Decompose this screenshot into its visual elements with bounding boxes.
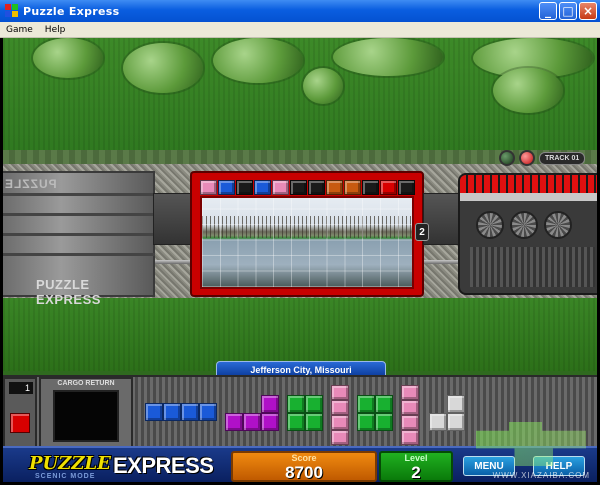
game-area: TRACK 01 PUZZLE PUZZLE EXPRESS 2 Jeffers… bbox=[3, 38, 597, 482]
signal-green-light bbox=[499, 150, 515, 166]
piece-purple-l[interactable] bbox=[225, 395, 279, 431]
cargo-return-label: CARGO RETURN bbox=[57, 380, 115, 387]
boxcar-brand-top: PUZZLE bbox=[4, 177, 57, 191]
tree bbox=[493, 68, 563, 113]
piece-count: 1 bbox=[9, 382, 33, 394]
piece-tray: 1 CARGO RETURN bbox=[3, 375, 597, 448]
track-label: TRACK 01 bbox=[539, 151, 586, 165]
cargo-block bbox=[272, 180, 289, 195]
fan-icon bbox=[544, 211, 572, 239]
level-display: Level 2 bbox=[379, 451, 453, 482]
boxcar-brand: PUZZLE EXPRESS bbox=[36, 277, 101, 307]
engine-car bbox=[458, 173, 597, 295]
piece-green-o[interactable] bbox=[287, 395, 323, 431]
cargo-return[interactable]: CARGO RETURN bbox=[39, 377, 133, 448]
cargo-block bbox=[326, 180, 343, 195]
piece-pink-i-vertical[interactable] bbox=[331, 385, 349, 445]
piece-grey-l[interactable] bbox=[429, 395, 465, 431]
logo-puzzle-text: PUZZLE bbox=[29, 453, 111, 474]
menu-game[interactable]: Game bbox=[0, 25, 39, 35]
menu-bar: Game Help bbox=[0, 22, 600, 38]
coupler-left bbox=[153, 193, 191, 245]
puzzle-flatcar[interactable] bbox=[190, 171, 424, 297]
cargo-return-screen[interactable] bbox=[53, 390, 119, 442]
close-button[interactable]: × bbox=[579, 2, 597, 20]
cargo-block bbox=[398, 180, 415, 195]
tree bbox=[333, 38, 443, 76]
tree bbox=[123, 43, 203, 93]
menu-help[interactable]: Help bbox=[39, 25, 72, 35]
menu-button[interactable]: MENU bbox=[463, 456, 515, 476]
piece-pink-i-vertical[interactable] bbox=[401, 385, 419, 445]
coupler-badge: 2 bbox=[415, 223, 429, 241]
cargo-block-row bbox=[200, 180, 415, 195]
piece-blue-i[interactable] bbox=[145, 403, 217, 421]
score-value: 8700 bbox=[285, 463, 323, 482]
level-value: 2 bbox=[411, 463, 421, 482]
fan-icon bbox=[476, 211, 504, 239]
logo-express-text: EXPRESS bbox=[113, 453, 214, 478]
tree bbox=[303, 68, 343, 104]
title-bar: Puzzle Express _ □ × bbox=[0, 0, 600, 22]
cargo-block bbox=[236, 180, 253, 195]
signal-red-light bbox=[519, 150, 535, 166]
next-piece-box: 1 bbox=[3, 377, 37, 448]
game-logo: PUZZLE EXPRESS SCENIC MODE bbox=[25, 451, 221, 481]
cargo-block bbox=[200, 180, 217, 195]
cargo-block bbox=[380, 180, 397, 195]
window-title: Puzzle Express bbox=[23, 4, 120, 18]
cargo-block bbox=[344, 180, 361, 195]
cargo-block bbox=[254, 180, 271, 195]
cargo-block bbox=[362, 180, 379, 195]
fan-icon bbox=[510, 211, 538, 239]
score-bar: PUZZLE EXPRESS SCENIC MODE Score 8700 Le… bbox=[3, 446, 597, 482]
puzzle-grid[interactable] bbox=[202, 198, 412, 287]
app-icon bbox=[5, 4, 19, 18]
minimize-button[interactable]: _ bbox=[539, 2, 557, 20]
track-signal: TRACK 01 bbox=[499, 150, 586, 166]
logo-subtitle: SCENIC MODE bbox=[35, 473, 96, 480]
score-display: Score 8700 bbox=[231, 451, 377, 482]
cargo-block bbox=[290, 180, 307, 195]
cargo-block bbox=[308, 180, 325, 195]
boxcar-left: PUZZLE PUZZLE EXPRESS bbox=[3, 171, 155, 307]
help-button[interactable]: HELP bbox=[533, 456, 585, 476]
next-piece[interactable] bbox=[10, 413, 30, 433]
scenic-photo bbox=[200, 196, 414, 289]
tree bbox=[33, 38, 103, 78]
cargo-block bbox=[218, 180, 235, 195]
piece-green-o[interactable] bbox=[357, 395, 393, 431]
tree bbox=[213, 38, 303, 83]
maximize-button[interactable]: □ bbox=[559, 2, 577, 20]
